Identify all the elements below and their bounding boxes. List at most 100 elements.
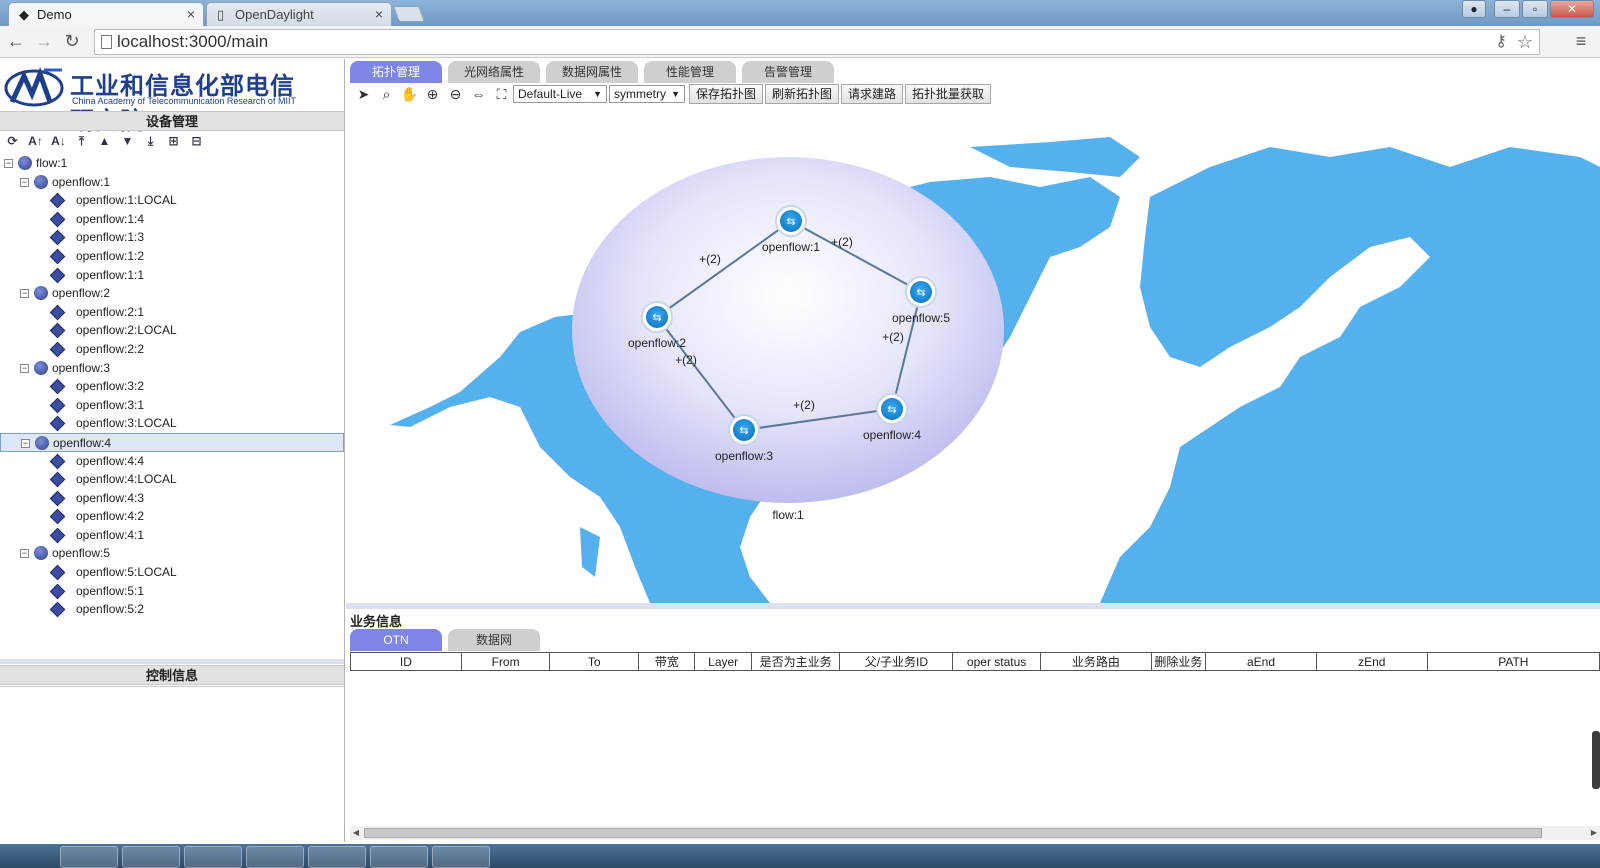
sort-asc-icon[interactable]: A↑ [27,133,44,150]
user-profile-icon[interactable]: ● [1462,0,1486,18]
tree-item-node[interactable]: − flow:1 [0,154,344,173]
tree-toggle-icon[interactable]: − [4,159,13,168]
panel-splitter[interactable] [0,659,344,664]
address-bar[interactable]: localhost:3000/main ⚷ ☆ [94,29,1540,55]
column-header[interactable]: 父/子业务ID [839,652,954,671]
fit-view-icon[interactable]: ⇔ [467,84,490,104]
tree-toggle-icon[interactable]: − [20,177,29,187]
tree-item-port[interactable]: openflow:1:LOCAL [0,191,344,210]
column-header[interactable]: aEnd [1205,652,1317,671]
main-tab[interactable]: 拓扑管理 [350,61,442,83]
topology-svg[interactable]: flow:1 +(2) +(2) +(2) +(2) +(2) ⇆ openflow:1 ⇆… [350,107,1600,603]
scroll-right-icon[interactable]: ▶ [1588,826,1600,840]
tree-item-port[interactable]: openflow:1:2 [0,247,344,266]
move-top-icon[interactable]: ⤒ [73,133,90,150]
tree-item-port[interactable]: openflow:4:3 [0,489,344,508]
tree-item-port[interactable]: openflow:3:LOCAL [0,414,344,433]
tree-toggle-icon[interactable]: − [20,549,29,559]
column-header[interactable]: From [460,652,551,671]
hamburger-menu-icon[interactable]: ≡ [1572,31,1590,52]
column-header[interactable]: Layer [694,652,752,671]
column-header[interactable]: 是否为主业务 [750,652,841,671]
tree-item-port[interactable]: openflow:5:1 [0,582,344,601]
tree-toggle-icon[interactable]: − [21,438,30,448]
forward-arrow-icon[interactable]: → [32,30,56,54]
taskbar-item[interactable] [432,846,490,868]
batch-fetch-topology-button[interactable]: 拓扑批量获取 [905,84,992,104]
search-icon[interactable]: ⌕ [375,84,398,104]
close-tab-icon[interactable]: × [375,6,383,22]
business-tab[interactable]: 数据网 [448,629,540,651]
tree-item-port[interactable]: openflow:3:2 [0,377,344,396]
scroll-thumb[interactable] [364,828,1542,838]
horizontal-splitter[interactable] [346,603,1600,609]
taskbar-item[interactable] [184,846,242,868]
move-down-icon[interactable]: ▼ [119,133,136,150]
taskbar-item[interactable] [308,846,366,868]
key-icon[interactable]: ⚷ [1495,30,1507,54]
expand-all-icon[interactable]: ⊞ [165,133,182,150]
tree-item-node[interactable]: − openflow:2 [0,284,344,303]
tree-item-node[interactable]: − openflow:4 [0,432,344,452]
column-header[interactable]: To [549,652,640,671]
request-path-button[interactable]: 请求建路 [841,84,904,104]
tree-item-port[interactable]: openflow:2:1 [0,303,344,322]
scroll-left-icon[interactable]: ◀ [350,826,362,840]
close-window-button[interactable]: ✕ [1550,0,1594,18]
new-tab-button[interactable] [393,6,425,22]
close-tab-icon[interactable]: × [187,6,195,22]
tree-item-port[interactable]: openflow:5:LOCAL [0,563,344,582]
move-up-icon[interactable]: ▲ [96,133,113,150]
column-header[interactable]: 删除业务 [1150,652,1207,671]
column-header[interactable]: ID [350,652,462,671]
tree-item-node[interactable]: − openflow:1 [0,173,344,192]
tree-toggle-icon[interactable]: − [20,289,29,299]
pointer-icon[interactable]: ➤ [352,84,375,104]
tree-item-port[interactable]: openflow:1:1 [0,266,344,285]
tree-item-node[interactable]: − openflow:5 [0,544,344,563]
tree-item-port[interactable]: openflow:2:LOCAL [0,321,344,340]
move-bottom-icon[interactable]: ⤓ [142,133,159,150]
tree-item-port[interactable]: openflow:4:4 [0,452,344,471]
main-tab[interactable]: 告警管理 [742,61,834,83]
tree-item-node[interactable]: − openflow:3 [0,359,344,378]
side-grip-handle[interactable] [1592,731,1600,789]
save-topology-button[interactable]: 保存拓扑图 [689,84,764,104]
column-header[interactable]: zEnd [1315,652,1428,671]
business-tab[interactable]: OTN [350,629,442,651]
tree-item-port[interactable]: openflow:3:1 [0,396,344,415]
back-arrow-icon[interactable]: ← [4,30,28,54]
pan-hand-icon[interactable]: ✋ [398,84,421,104]
collapse-all-icon[interactable]: ⊟ [188,133,205,150]
browser-tab-demo[interactable]: ◆ Demo × [8,2,204,26]
column-header[interactable]: PATH [1426,652,1600,671]
reload-icon[interactable]: ↻ [60,30,84,54]
tree-item-port[interactable]: openflow:4:2 [0,507,344,526]
sort-desc-icon[interactable]: A↓ [50,133,67,150]
zoom-in-icon[interactable]: ⊕ [421,84,444,104]
column-header[interactable]: 业务路由 [1039,652,1152,671]
tree-item-port[interactable]: openflow:4:LOCAL [0,470,344,489]
taskbar-item[interactable] [122,846,180,868]
tree-item-port[interactable]: openflow:1:3 [0,228,344,247]
tree-item-port[interactable]: openflow:1:4 [0,210,344,229]
main-tab[interactable]: 数据网属性 [546,61,638,83]
zoom-out-icon[interactable]: ⊖ [444,84,467,104]
column-header[interactable]: 带宽 [638,652,696,671]
refresh-topology-button[interactable]: 刷新拓扑图 [765,84,840,104]
overview-icon[interactable]: ⛶ [490,84,513,104]
main-tab[interactable]: 性能管理 [644,61,736,83]
browser-tab-opendaylight[interactable]: ▯ OpenDaylight × [206,2,392,26]
tree-item-port[interactable]: openflow:4:1 [0,526,344,545]
tree-item-port[interactable]: openflow:2:2 [0,340,344,359]
taskbar-item[interactable] [246,846,304,868]
mode-select[interactable]: Default-Live ▼ [513,85,607,103]
tree-item-port[interactable]: openflow:5:2 [0,600,344,619]
horizontal-scrollbar[interactable]: ◀ ▶ [350,826,1600,840]
taskbar-item[interactable] [60,846,118,868]
taskbar-item[interactable] [370,846,428,868]
main-tab[interactable]: 光网络属性 [448,61,540,83]
minimize-button[interactable]: – [1494,0,1520,18]
refresh-icon[interactable]: ⟳ [4,133,21,150]
topology-canvas[interactable]: flow:1 +(2) +(2) +(2) +(2) +(2) ⇆ openflow:1 ⇆… [350,107,1600,603]
